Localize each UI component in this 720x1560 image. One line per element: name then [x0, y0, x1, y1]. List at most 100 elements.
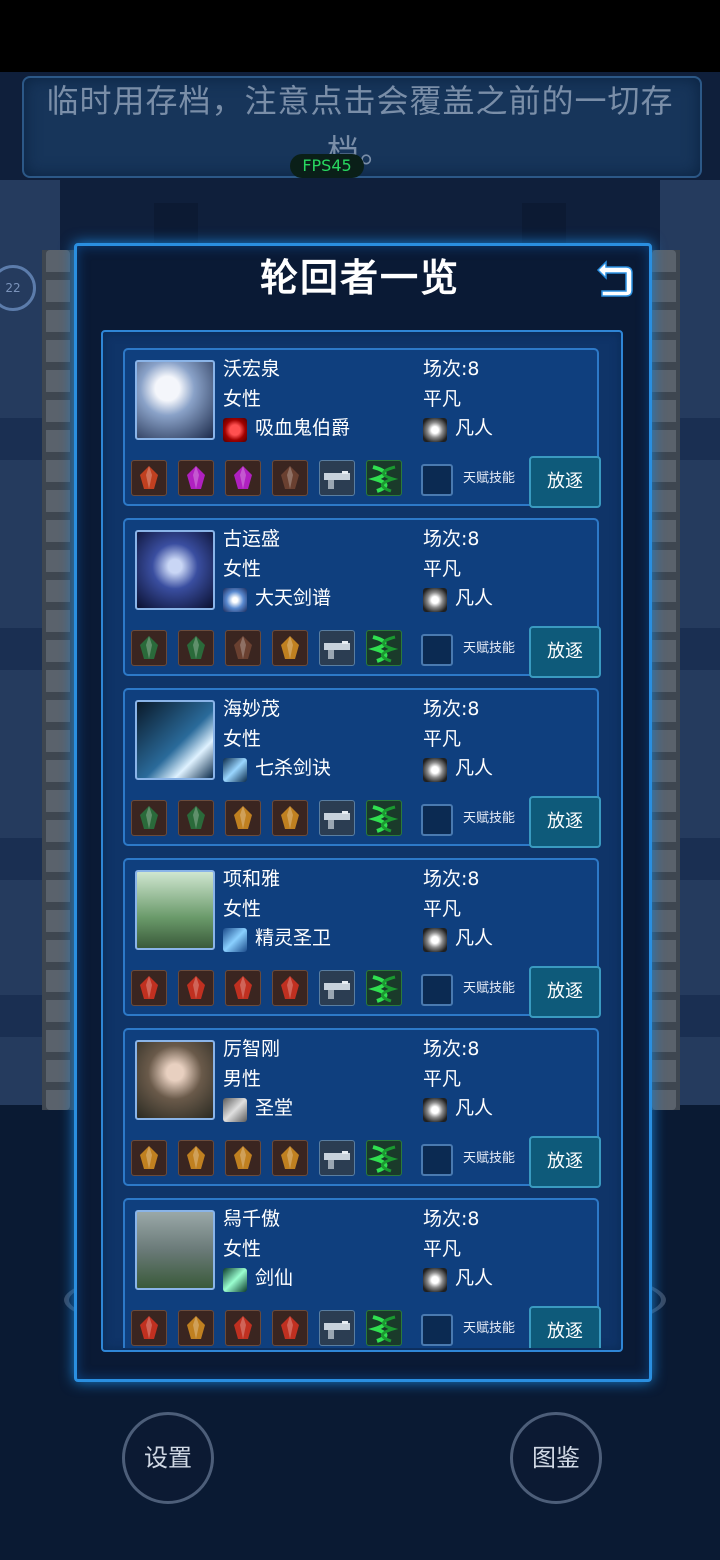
talent-checkbox[interactable]	[421, 1144, 453, 1176]
item-slot[interactable]	[178, 970, 214, 1006]
item-slot[interactable]	[178, 630, 214, 666]
star-flare-icon	[423, 758, 447, 782]
item-slot[interactable]	[131, 1140, 167, 1176]
item-slot[interactable]	[225, 970, 261, 1006]
dna-helix-icon	[368, 975, 399, 1003]
item-slot[interactable]	[225, 800, 261, 836]
round-count: 场次:8	[423, 698, 480, 720]
character-gender: 男性	[223, 1068, 262, 1090]
character-card[interactable]: 厉智刚 男性 圣堂 场次:8 平凡 凡人 天赋技能 放逐	[123, 1028, 601, 1188]
item-slot[interactable]	[225, 630, 261, 666]
gene-slot[interactable]	[366, 970, 402, 1006]
item-slot[interactable]	[131, 800, 167, 836]
character-avatar[interactable]	[135, 360, 215, 440]
back-button[interactable]	[592, 256, 636, 300]
talent-checkbox[interactable]	[421, 634, 453, 666]
crystal-ore-icon	[140, 1146, 158, 1169]
gene-slot[interactable]	[366, 460, 402, 496]
crystal-ore-icon	[140, 976, 158, 999]
talent-checkbox[interactable]	[421, 1314, 453, 1346]
character-skill: 吸血鬼伯爵	[255, 417, 351, 439]
character-card[interactable]: 项和雅 女性 精灵圣卫 场次:8 平凡 凡人 天赋技能 放逐	[123, 858, 601, 1018]
talent-checkbox[interactable]	[421, 464, 453, 496]
item-slot[interactable]	[272, 800, 308, 836]
character-cards: 沃宏泉 女性 吸血鬼伯爵 场次:8 平凡 凡人 天赋技能 放逐 古运盛 女性 大…	[101, 330, 619, 1348]
star-flare-icon	[423, 928, 447, 952]
exile-button[interactable]: 放逐	[529, 966, 601, 1018]
character-avatar[interactable]	[135, 1210, 215, 1290]
round-count: 场次:8	[423, 1038, 480, 1060]
item-slot[interactable]	[178, 1140, 214, 1176]
item-slot[interactable]	[225, 460, 261, 496]
gene-slot[interactable]	[366, 1140, 402, 1176]
exile-button[interactable]: 放逐	[529, 1136, 601, 1188]
background-block	[522, 203, 566, 245]
item-slot[interactable]	[272, 460, 308, 496]
exile-button[interactable]: 放逐	[529, 796, 601, 848]
crystal-ore-icon	[187, 466, 205, 489]
exile-button[interactable]: 放逐	[529, 626, 601, 678]
gene-slot[interactable]	[366, 800, 402, 836]
character-avatar[interactable]	[135, 1040, 215, 1120]
character-name: 舄千傲	[223, 1208, 281, 1230]
weapon-slot[interactable]	[319, 460, 355, 496]
item-slot[interactable]	[178, 1310, 214, 1346]
crystal-ore-icon	[281, 466, 299, 489]
crystal-ore-icon	[187, 1146, 205, 1169]
character-card[interactable]: 海妙茂 女性 七杀剑诀 场次:8 平凡 凡人 天赋技能 放逐	[123, 688, 601, 848]
character-card[interactable]: 古运盛 女性 大天剑谱 场次:8 平凡 凡人 天赋技能 放逐	[123, 518, 601, 678]
talent-label: 天赋技能	[463, 1321, 516, 1336]
star-flare-icon	[423, 1098, 447, 1122]
weapon-slot[interactable]	[319, 800, 355, 836]
character-rank: 平凡	[423, 388, 462, 410]
item-slot[interactable]	[131, 630, 167, 666]
character-skill: 七杀剑诀	[255, 757, 332, 779]
item-slot[interactable]	[272, 630, 308, 666]
crystal-ore-icon	[234, 806, 252, 829]
item-slot[interactable]	[131, 460, 167, 496]
item-slot[interactable]	[131, 970, 167, 1006]
round-count: 场次:8	[423, 528, 480, 550]
weapon-slot[interactable]	[319, 1310, 355, 1346]
item-slot[interactable]	[272, 1310, 308, 1346]
character-grade: 凡人	[455, 587, 494, 609]
settings-button[interactable]: 设置	[122, 1412, 214, 1504]
character-card[interactable]: 舄千傲 女性 剑仙 场次:8 平凡 凡人 天赋技能 放逐	[123, 1198, 601, 1348]
item-slot[interactable]	[131, 1310, 167, 1346]
talent-label: 天赋技能	[463, 981, 516, 996]
round-count: 场次:8	[423, 1208, 480, 1230]
item-slot[interactable]	[272, 1140, 308, 1176]
character-card[interactable]: 沃宏泉 女性 吸血鬼伯爵 场次:8 平凡 凡人 天赋技能 放逐	[123, 348, 601, 508]
character-avatar[interactable]	[135, 700, 215, 780]
character-skill: 圣堂	[255, 1097, 294, 1119]
character-avatar[interactable]	[135, 530, 215, 610]
item-slot[interactable]	[178, 800, 214, 836]
weapon-slot[interactable]	[319, 970, 355, 1006]
talent-checkbox[interactable]	[421, 974, 453, 1006]
dna-helix-icon	[368, 1315, 399, 1343]
character-gender: 女性	[223, 728, 262, 750]
codex-button[interactable]: 图鉴	[510, 1412, 602, 1504]
weapon-slot[interactable]	[319, 630, 355, 666]
weapon-slot[interactable]	[319, 1140, 355, 1176]
round-count: 场次:8	[423, 868, 480, 890]
character-gender: 女性	[223, 558, 262, 580]
gun-icon	[324, 981, 350, 999]
crystal-ore-icon	[281, 1146, 299, 1169]
dna-helix-icon	[368, 805, 399, 833]
exile-button[interactable]: 放逐	[529, 456, 601, 508]
item-slot[interactable]	[272, 970, 308, 1006]
talent-checkbox[interactable]	[421, 804, 453, 836]
crystal-ore-icon	[140, 466, 158, 489]
item-slot[interactable]	[225, 1140, 261, 1176]
gene-slot[interactable]	[366, 1310, 402, 1346]
exile-button[interactable]: 放逐	[529, 1306, 601, 1348]
character-name: 古运盛	[223, 528, 281, 550]
gene-slot[interactable]	[366, 630, 402, 666]
character-avatar[interactable]	[135, 870, 215, 950]
gun-icon	[324, 641, 350, 659]
item-slot[interactable]	[225, 1310, 261, 1346]
item-slot[interactable]	[178, 460, 214, 496]
swirl-blade-icon	[223, 588, 247, 612]
gun-icon	[324, 1321, 350, 1339]
